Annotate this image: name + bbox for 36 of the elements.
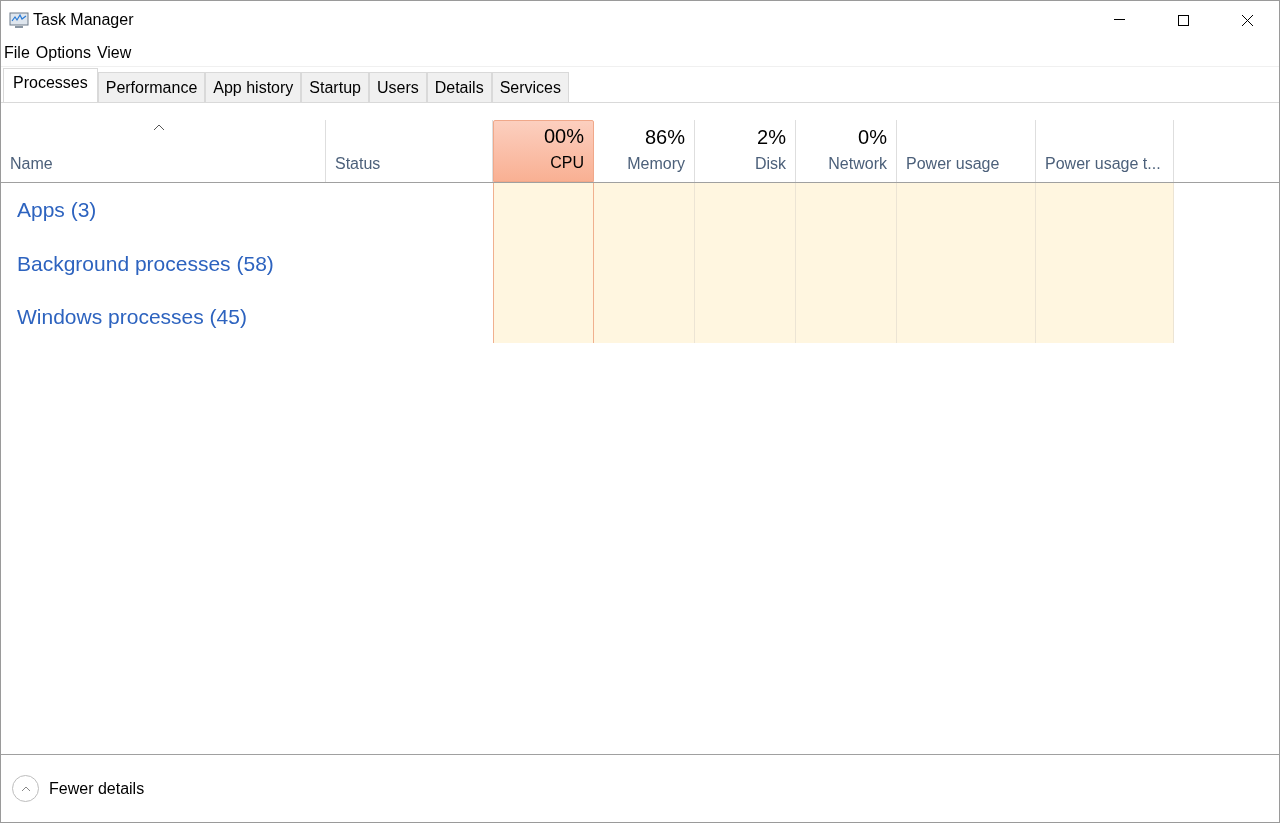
column-header[interactable]: 0% Network [796,120,897,182]
column-header[interactable]: Status [335,152,488,176]
column-label: Disk [754,154,786,174]
tab[interactable]: Startup [301,72,369,102]
column-header[interactable]: Power usage [906,152,1031,176]
menu-item[interactable]: File [4,40,30,65]
minimize-icon [1113,19,1125,21]
caret-icon [20,785,31,792]
tab[interactable]: Performance [97,72,206,102]
column-label: Network [828,154,887,174]
column-header[interactable]: 86% Memory [594,120,695,182]
group-label[interactable]: Windows processes (45) [17,301,247,333]
group-label[interactable]: Background processes (58) [17,247,274,279]
usage-value: 2% [757,125,786,150]
maximize-icon [1177,14,1189,26]
window-title: Task Manager [33,10,134,30]
tab[interactable]: Services [491,72,569,102]
usage-value: 86% [644,125,685,150]
menu-item[interactable]: Options [35,40,91,65]
column-header[interactable]: Power usage t... [1045,152,1169,176]
fewer-details-link[interactable]: Fewer details [49,776,145,801]
menu-item[interactable]: View [96,40,132,65]
usage-value: 0% [858,125,887,150]
column-label: Memory [627,154,685,174]
group-label[interactable]: Apps (3) [17,194,97,226]
column-header[interactable]: Name [10,152,321,176]
tab[interactable]: Users [368,72,427,102]
tab[interactable]: Processes [3,68,98,102]
close-icon [1241,14,1253,26]
usage-value: 00% [543,124,584,149]
tab[interactable]: Details [426,72,492,102]
column-header[interactable]: 00% CPU [493,120,594,182]
monitor-icon [9,11,29,29]
column-header[interactable]: 2% Disk [695,120,796,182]
tab[interactable]: App history [205,72,302,102]
column-label: CPU [550,153,584,173]
